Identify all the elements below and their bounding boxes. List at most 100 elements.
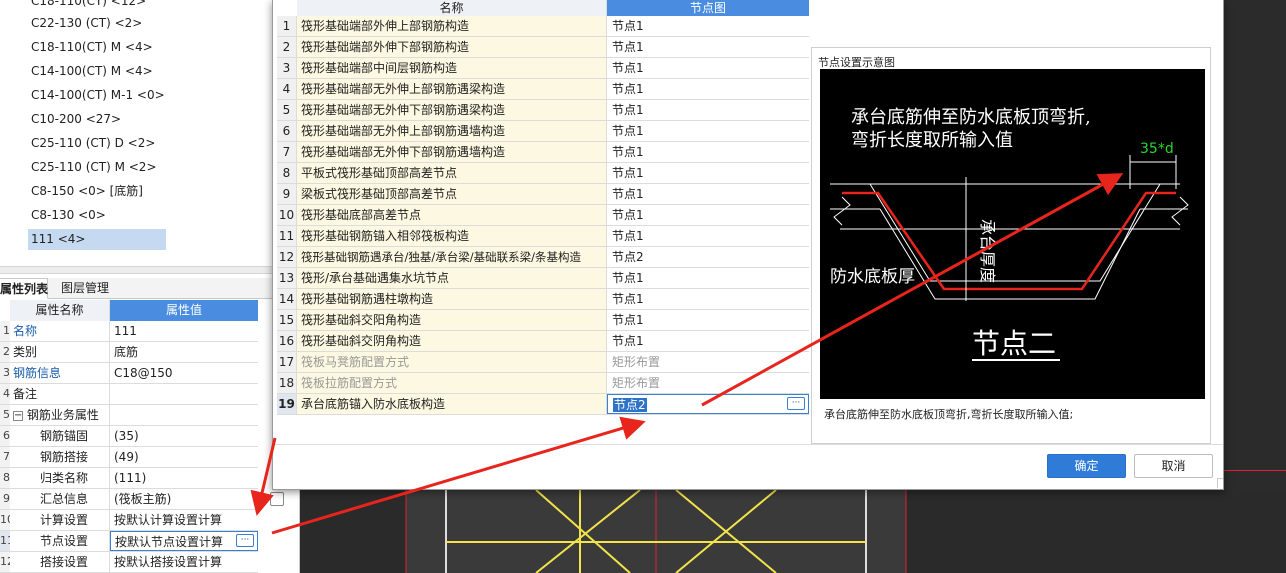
prop-value[interactable]: 底筋	[110, 342, 258, 362]
prop-value[interactable]: 按默认计算设置计算	[110, 510, 258, 530]
node-row[interactable]: 1 筏形基础端部外伸上部钢筋构造 节点1	[277, 16, 809, 37]
prop-value[interactable]: (49)	[110, 447, 258, 467]
cad-drawing-area[interactable]	[300, 469, 1286, 573]
resize-grip[interactable]	[1217, 478, 1223, 488]
panel-divider[interactable]	[0, 266, 300, 274]
node-name: 筏形基础钢筋遇承台/独基/承台梁/基础联系梁/条基构造	[297, 247, 607, 267]
row-number: 14	[277, 289, 297, 309]
node-value[interactable]: 节点1	[607, 205, 809, 225]
node-row[interactable]: 3 筏形基础端部中间层钢筋构造 节点1	[277, 58, 809, 79]
preview-label: 节点设置示意图	[818, 56, 895, 69]
prop-value[interactable]: (111)	[110, 468, 258, 488]
ellipsis-button[interactable]: ···	[787, 397, 805, 410]
node-row[interactable]: 12 筏形基础钢筋遇承台/独基/承台梁/基础联系梁/条基构造 节点2	[277, 247, 809, 268]
prop-row[interactable]: 6 钢筋锚固 (35)	[0, 426, 258, 447]
node-name: 筏形基础端部无外伸上部钢筋遇墙构造	[297, 121, 607, 141]
node-row[interactable]: 14 筏形基础钢筋遇柱墩构造 节点1	[277, 289, 809, 310]
prop-value[interactable]: (筏板主筋)	[110, 489, 258, 509]
node-value[interactable]: 节点1	[607, 184, 809, 204]
list-item[interactable]: C8-150 <0> [底筋]	[28, 181, 166, 202]
node-row[interactable]: 11 筏形基础钢筋锚入相邻筏板构造 节点1	[277, 226, 809, 247]
prop-value[interactable]: 111	[110, 321, 258, 341]
prop-name: 搭接设置	[10, 552, 110, 572]
list-item[interactable]: C8-130 <0>	[28, 205, 166, 226]
node-row[interactable]: 9 梁板式筏形基础顶部高差节点 节点1	[277, 184, 809, 205]
prop-value[interactable]: 按默认搭接设置计算	[110, 552, 258, 572]
node-value[interactable]: 节点1	[607, 58, 809, 78]
node-value[interactable]: 节点1	[607, 331, 809, 351]
prop-row[interactable]: 9 汇总信息 (筏板主筋)	[0, 489, 258, 510]
node-row[interactable]: 5 筏形基础端部无外伸下部钢筋遇梁构造 节点1	[277, 100, 809, 121]
node-value[interactable]: 节点1	[607, 163, 809, 183]
list-item[interactable]: C25-110 (CT) M <2>	[28, 157, 166, 178]
row-number: 3	[0, 363, 10, 383]
list-item-selected[interactable]: 111 <4>	[28, 229, 166, 250]
node-row-selected[interactable]: 19 承台底筋锚入防水底板构造 节点2 ···	[277, 394, 809, 415]
summary-checkbox[interactable]	[270, 492, 284, 506]
node-row[interactable]: 8 平板式筏形基础顶部高差节点 节点1	[277, 163, 809, 184]
node-row[interactable]: 2 筏形基础端部外伸下部钢筋构造 节点1	[277, 37, 809, 58]
prop-row[interactable]: 12 搭接设置 按默认搭接设置计算	[0, 552, 258, 573]
node-row[interactable]: 16 筏形基础斜交阴角构造 节点1	[277, 331, 809, 352]
break-symbol	[1171, 196, 1189, 226]
ok-button[interactable]: 确定	[1047, 454, 1126, 478]
node-value[interactable]: 节点1	[607, 289, 809, 309]
list-item[interactable]: C14-100(CT) M <4>	[28, 61, 166, 82]
prop-row[interactable]: 7 钢筋搭接 (49)	[0, 447, 258, 468]
prop-row-node-setting[interactable]: 11 节点设置 按默认节点设置计算 ···	[0, 531, 258, 552]
node-value[interactable]: 节点1	[607, 142, 809, 162]
node-value[interactable]: 节点1	[607, 310, 809, 330]
collapse-icon[interactable]: −	[13, 410, 23, 421]
node-value[interactable]: 节点1	[607, 100, 809, 120]
prop-row[interactable]: 2 类别 底筋	[0, 342, 258, 363]
list-item[interactable]: C22-130 (CT) <2>	[28, 13, 166, 34]
node-value-editor[interactable]: 节点2	[607, 394, 809, 414]
row-number: 17	[277, 352, 297, 372]
prop-value[interactable]: (35)	[110, 426, 258, 446]
prop-row[interactable]: 3 钢筋信息 C18@150	[0, 363, 258, 384]
prop-row[interactable]: 10 计算设置 按默认计算设置计算	[0, 510, 258, 531]
prop-row[interactable]: 4 备注	[0, 384, 258, 405]
node-row[interactable]: 6 筏形基础端部无外伸上部钢筋遇墙构造 节点1	[277, 121, 809, 142]
tab-layers[interactable]: 图层管理	[56, 278, 114, 299]
prop-name: 钢筋信息	[10, 363, 110, 383]
node-name: 筏形基础斜交阴角构造	[297, 331, 607, 351]
list-item[interactable]: C14-100(CT) M-1 <0>	[28, 85, 166, 106]
node-value[interactable]: 节点1	[607, 16, 809, 36]
prop-row[interactable]: 1 名称 111	[0, 321, 258, 342]
node-preview-image: 承台底筋伸至防水底板顶弯折, 弯折长度取所输入值 35*d 承台厚度 防水底板厚	[820, 69, 1205, 399]
cancel-button[interactable]: 取消	[1134, 454, 1213, 478]
prop-value[interactable]: C18@150	[110, 363, 258, 383]
row-number: 16	[277, 331, 297, 351]
list-item[interactable]: C10-200 <27>	[28, 109, 166, 130]
prop-row[interactable]: 8 归类名称 (111)	[0, 468, 258, 489]
node-value[interactable]: 节点1	[607, 79, 809, 99]
node-value[interactable]: 节点1	[607, 121, 809, 141]
prop-value[interactable]	[110, 384, 258, 404]
node-value[interactable]: 节点1	[607, 37, 809, 57]
node-value[interactable]: 节点1	[607, 226, 809, 246]
tab-properties[interactable]: 属性列表	[0, 278, 48, 299]
node-name: 筏形基础斜交阳角构造	[297, 310, 607, 330]
node-row[interactable]: 10 筏形基础底部高差节点 节点1	[277, 205, 809, 226]
row-number: 2	[0, 342, 10, 362]
node-name: 筏形/承台基础遇集水坑节点	[297, 268, 607, 288]
prop-name: 汇总信息	[10, 489, 110, 509]
prop-name: 节点设置	[10, 531, 110, 551]
list-item[interactable]: C18-110(CT) <12>	[28, 0, 166, 12]
node-value[interactable]: 节点2	[607, 247, 809, 267]
list-item[interactable]: C25-110 (CT) D <2>	[28, 133, 166, 154]
row-number: 15	[277, 310, 297, 330]
row-number: 2	[277, 37, 297, 57]
list-item[interactable]: C18-110(CT) M <4>	[28, 37, 166, 58]
left-tabs: 属性列表 图层管理	[0, 278, 300, 299]
node-value[interactable]: 节点1	[607, 268, 809, 288]
node-value-text[interactable]: 节点2	[613, 398, 647, 412]
node-row[interactable]: 4 筏形基础端部无外伸上部钢筋遇梁构造 节点1	[277, 79, 809, 100]
prop-row-group[interactable]: 5 − 钢筋业务属性	[0, 405, 258, 426]
node-row[interactable]: 13 筏形/承台基础遇集水坑节点 节点1	[277, 268, 809, 289]
node-row[interactable]: 15 筏形基础斜交阳角构造 节点1	[277, 310, 809, 331]
ellipsis-button[interactable]: ···	[236, 534, 254, 547]
node-header-value: 节点图	[607, 0, 809, 16]
node-row[interactable]: 7 筏形基础端部无外伸下部钢筋遇墙构造 节点1	[277, 142, 809, 163]
